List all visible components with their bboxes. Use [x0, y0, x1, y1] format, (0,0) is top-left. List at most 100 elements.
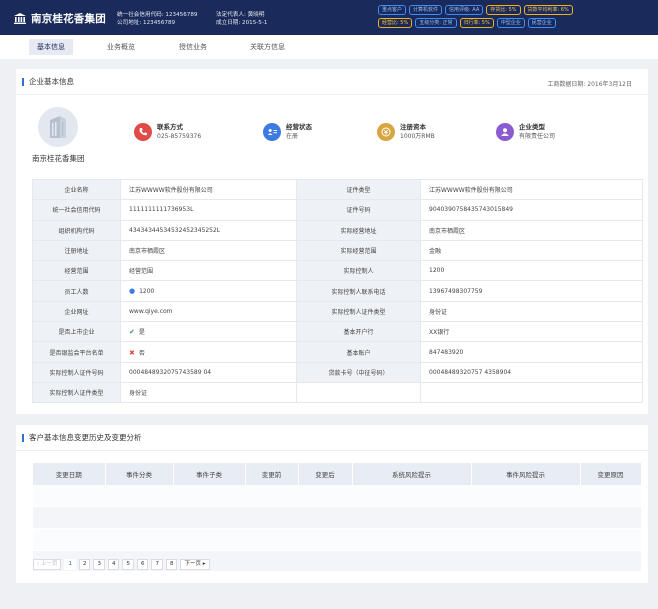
field-label: 证件号码	[296, 199, 421, 221]
field-value: 南京市栖霞区	[420, 219, 643, 241]
summary-contact: 联系方式 025-85759376	[134, 123, 201, 141]
summary-value: 在册	[286, 133, 299, 140]
column-header[interactable]: 变更后	[298, 463, 353, 485]
top-header: 南京桂花香集团 统一社会信用代码: 123456789 公司地址: 123456…	[0, 0, 658, 35]
column-header[interactable]: 事件风险提示	[471, 463, 581, 485]
empty-cell	[296, 381, 421, 404]
basic-info-panel: 企业基本信息 工商数据日期: 2016年3月12日 南京桂花香集团 联系方式 0…	[16, 69, 648, 414]
company-name: 南京桂花香集团	[32, 154, 85, 163]
tag[interactable]: 民营企业	[527, 18, 556, 28]
field-value-employees: ● 1200	[120, 280, 297, 302]
person-icon: ●	[129, 287, 136, 296]
table-row: 实际控制人证件类型 身份证	[32, 381, 643, 404]
tab-bar: 基本信息 业务概览 授信业务 关联方信息	[0, 35, 658, 59]
field-value-blacklist: ✖ 否	[120, 341, 297, 363]
field-value: 1111111111736953L	[120, 199, 297, 221]
field-label: 证件类型	[296, 178, 421, 201]
page-button[interactable]: 1	[64, 559, 76, 570]
company-id: 公司地址: 123456789	[117, 20, 176, 26]
summary-label: 经营状态	[286, 123, 312, 131]
tag[interactable]: 贷款平均利率: 6%	[523, 5, 573, 15]
panel-title: 客户基本信息变更历史及变更分析	[22, 434, 142, 442]
tab-credit-business[interactable]: 授信业务	[171, 39, 215, 55]
field-value: 9040390758435743015849	[420, 199, 643, 221]
field-label: 贷款卡号（中征号码）	[296, 361, 421, 383]
listed-value: 是	[138, 329, 145, 337]
tag[interactable]: 中型企业	[496, 18, 525, 28]
tag[interactable]: 存货比: 5%	[486, 5, 521, 15]
field-label: 企业网址	[32, 300, 121, 323]
field-value: 847483920	[420, 341, 643, 363]
field-value: 南京市栖霞区	[120, 239, 297, 262]
brand: 南京桂花香集团	[14, 11, 106, 26]
column-header[interactable]: 事件子类	[173, 463, 246, 485]
prev-page-button[interactable]: ‹ 上一页	[33, 559, 62, 570]
change-history-table: 变更日期 事件分类 事件子类 变更前 变更后 系统风险提示 事件风险提示 变更原…	[33, 463, 642, 573]
field-label: 基本开户行	[296, 321, 421, 343]
next-page-button[interactable]: 下一页 ▸	[180, 559, 210, 570]
column-header[interactable]: 事件分类	[105, 463, 174, 485]
column-header[interactable]: 系统风险提示	[352, 463, 472, 485]
tab-basic-info[interactable]: 基本信息	[29, 39, 73, 55]
field-value: 13967498307759	[420, 280, 643, 302]
website-link[interactable]: www.qiye.com	[120, 300, 297, 323]
panel-header: 客户基本信息变更历史及变更分析	[16, 425, 648, 451]
page-button[interactable]: 8	[165, 559, 178, 570]
page-button[interactable]: 4	[107, 559, 120, 570]
page-button[interactable]: 7	[151, 559, 163, 570]
panel-header: 企业基本信息 工商数据日期: 2016年3月12日	[16, 69, 648, 95]
field-label: 基本账户	[296, 341, 421, 363]
tag-row: 重点客户 计算机软件 信用评级: AA 存货比: 5% 贷款平均利率: 6%	[378, 5, 654, 15]
field-label: 经营范围	[32, 260, 121, 282]
empty-cell	[420, 381, 643, 404]
field-label: 是否银监会平台名单	[32, 341, 121, 363]
tab-related-party[interactable]: 关联方信息	[242, 39, 293, 55]
company-logo	[38, 107, 78, 147]
column-header[interactable]: 变更日期	[33, 463, 106, 485]
table-row: 是否上市企业 ✔ 是 基本开户行 XX银行	[32, 321, 643, 343]
column-header[interactable]: 变更原因	[580, 463, 642, 485]
field-value: 00048489320757 4358904	[420, 361, 643, 383]
tag[interactable]: 重点客户	[378, 5, 407, 15]
tag[interactable]: 计算机软件	[409, 5, 443, 15]
field-value: 43434344534532452345252L	[120, 219, 297, 241]
field-label: 组织机构代码	[32, 219, 121, 241]
field-label: 实际经营地址	[296, 219, 421, 241]
cross-icon: ✖	[129, 348, 135, 357]
page-button[interactable]: 6	[136, 559, 149, 570]
tab-business-overview[interactable]: 业务概览	[99, 39, 143, 55]
id-card-icon	[263, 123, 281, 141]
field-label: 员工人数	[32, 280, 121, 302]
summary-value: 1000万RMB	[400, 133, 435, 140]
tag[interactable]: 信用评级: AA	[445, 5, 484, 15]
tag[interactable]: 归行率: 5%	[459, 18, 494, 28]
next-label: 下一页	[184, 561, 201, 567]
employee-count: 1200	[139, 288, 155, 296]
page-button[interactable]: 2	[78, 559, 91, 570]
field-label: 实际控制人	[296, 260, 421, 282]
phone-icon	[134, 123, 152, 141]
tag[interactable]: 经营比: 5%	[378, 18, 413, 28]
table-row: 员工人数 ● 1200 实际控制人联系电话 13967498307759	[32, 280, 643, 302]
table-row: 组织机构代码 43434344534532452345252L 实际经营地址 南…	[32, 219, 643, 241]
table-row: 企业名称 江苏WWWW软件股份有限公司 证件类型 江苏WWWW软件股份有限公司	[32, 178, 643, 201]
page-button[interactable]: 3	[93, 559, 105, 570]
column-header[interactable]: 变更前	[245, 463, 299, 485]
field-value: 江苏WWWW软件股份有限公司	[120, 178, 297, 201]
money-icon	[377, 123, 395, 141]
blacklist-value: 否	[138, 349, 145, 357]
panel-title: 企业基本信息	[22, 78, 74, 86]
page-button[interactable]: 5	[122, 559, 134, 570]
field-label: 是否上市企业	[32, 321, 121, 343]
tag[interactable]: 五级分类: 正常	[415, 18, 457, 28]
table-row: 企业网址 www.qiye.com 实际控制人证件类型 身份证	[32, 300, 643, 323]
check-icon: ✔	[129, 328, 135, 337]
pagination: ‹ 上一页 1 2 3 4 5 6 7 8 下一页 ▸	[33, 559, 210, 570]
data-date: 工商数据日期: 2016年3月12日	[547, 81, 632, 88]
field-value: 1200	[420, 260, 643, 282]
user-icon	[496, 123, 514, 141]
summary-label: 企业类型	[519, 123, 545, 131]
field-label: 实际控制人证件号码	[32, 361, 121, 383]
field-label: 实际控制人证件类型	[32, 381, 121, 404]
summary-capital: 注册资本 1000万RMB	[377, 123, 435, 141]
